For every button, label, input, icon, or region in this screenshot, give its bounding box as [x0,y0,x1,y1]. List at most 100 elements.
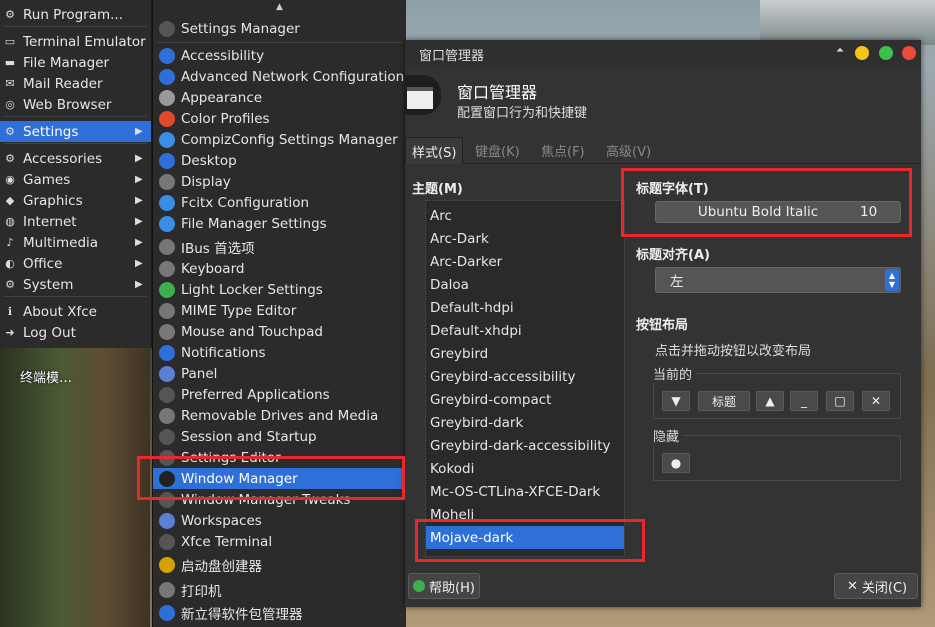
applications-menu: ⚙ Run Program... ▭ Terminal Emulator ▬ File M… [0,0,152,348]
theme-item[interactable]: Greybird-accessibility [426,365,624,388]
theme-item[interactable]: Greybird [426,342,624,365]
settings-item-20[interactable]: Session and Startup [153,426,406,447]
theme-item[interactable]: Mc-OS-CTLina-XFCE-Dark [426,480,624,503]
dialog-header: 窗口管理器 配置窗口行为和快捷键 [405,67,921,135]
menu-item-accessories[interactable]: ⚙ Accessories ▶ [0,148,151,169]
settings-item-8[interactable]: Display [153,171,406,192]
menu-item-mail-reader[interactable]: ✉ Mail Reader [0,73,151,94]
title-button-slot[interactable]: 标题 [698,391,750,411]
menu-button-slot[interactable]: ▼ [662,391,690,411]
menu-item-office[interactable]: ◐ Office ▶ [0,253,151,274]
menu-item-web-browser[interactable]: ◎ Web Browser [0,94,151,115]
close-button[interactable]: ✕ 关闭(C) [834,573,918,599]
desktop-icon-label[interactable]: 终端模… [20,367,72,386]
settings-item-label: Mouse and Touchpad [181,323,323,340]
settings-item-9[interactable]: Fcitx Configuration [153,192,406,213]
menu-item-terminal-emulator[interactable]: ▭ Terminal Emulator [0,31,151,52]
menu-item-internet[interactable]: ◍ Internet ▶ [0,211,151,232]
title-align-select[interactable]: 左 ▲ ▼ [655,267,901,293]
settings-item-11[interactable]: IBus 首选项 [153,236,406,257]
menu-item-label: Accessories [23,150,103,167]
settings-item-14[interactable]: MIME Type Editor [153,300,406,321]
settings-item-label: Light Locker Settings [181,281,323,298]
ibus-icon [159,238,175,255]
settings-item-4[interactable]: Appearance [153,87,406,108]
maximize-button-slot[interactable]: □ [826,391,854,411]
tab-focus[interactable]: 焦点(F) [535,137,591,163]
office-icon: ◐ [5,257,15,270]
theme-item[interactable]: Kokodi [426,457,624,480]
theme-item[interactable]: Greybird-dark [426,411,624,434]
settings-item-27[interactable]: 打印机 [153,579,406,600]
settings-item-label: Xfce Terminal [181,533,273,550]
settings-item-26[interactable]: 启动盘创建器 [153,554,406,575]
menu-item-graphics[interactable]: ◆ Graphics ▶ [0,190,151,211]
menu-item-file-manager[interactable]: ▬ File Manager [0,52,151,73]
menu-separator [4,296,147,297]
close-button-slot[interactable]: ✕ [862,391,890,411]
minimize-button[interactable] [855,46,869,60]
mime-icon [159,302,175,319]
title-align-label: 标题对齐(A) [636,248,710,263]
theme-item[interactable]: Daloa [426,273,624,296]
internet-icon: ◍ [5,215,15,228]
settings-item-19[interactable]: Removable Drives and Media [153,405,406,426]
close-window-button[interactable] [902,46,916,60]
settings-item-28[interactable]: 新立得软件包管理器 [153,602,406,623]
minimize-button-slot[interactable]: _ [790,391,818,411]
stick-button-slot[interactable]: ● [662,453,690,473]
submenu-arrow-icon: ▶ [135,279,143,290]
usb-creator-icon [159,556,175,573]
theme-item[interactable]: Arc-Dark [426,227,624,250]
logout-icon: ➜ [5,326,15,339]
settings-item-25[interactable]: Xfce Terminal [153,531,406,552]
menu-item-settings[interactable]: ⚙ Settings ▶ [0,121,151,142]
help-button[interactable]: 帮助(H) [408,573,480,599]
settings-item-17[interactable]: Panel [153,363,406,384]
menu-item-log-out[interactable]: ➜ Log Out [0,322,151,343]
settings-item-3[interactable]: Advanced Network Configuration [153,66,406,87]
settings-item-2[interactable]: Accessibility [153,45,406,66]
settings-item-1[interactable]: Settings Manager [153,18,406,39]
theme-list[interactable]: Arc Arc-Dark Arc-Darker Daloa Default-hdpi De… [425,200,625,557]
settings-item-5[interactable]: Color Profiles [153,108,406,129]
folder-icon: ▬ [4,56,16,69]
highlight-title-font [621,168,912,237]
settings-item-10[interactable]: File Manager Settings [153,213,406,234]
settings-item-label: 新立得软件包管理器 [181,606,303,623]
tab-keyboard[interactable]: 键盘(K) [469,137,526,163]
menu-item-system[interactable]: ⚙ System ▶ [0,274,151,295]
tab-advanced[interactable]: 高级(V) [600,137,657,163]
tab-style[interactable]: 样式(S) [405,137,464,164]
settings-item-13[interactable]: Light Locker Settings [153,279,406,300]
menu-item-games[interactable]: ◉ Games ▶ [0,169,151,190]
shade-icon[interactable]: ⏶ [836,45,844,56]
window-titlebar[interactable]: 窗口管理器 ⏶ [405,40,921,67]
menu-item-multimedia[interactable]: ♪ Multimedia ▶ [0,232,151,253]
synaptic-icon [159,604,175,621]
session-icon [159,428,175,445]
theme-item[interactable]: Arc [426,204,624,227]
menu-item-about-xfce[interactable]: ℹ About Xfce [0,301,151,322]
window-manager-icon [405,75,441,115]
menu-item-label: Games [23,171,71,188]
theme-item[interactable]: Greybird-dark-accessibility [426,434,624,457]
settings-item-18[interactable]: Preferred Applications [153,384,406,405]
shade-button-slot[interactable]: ▲ [756,391,784,411]
theme-item[interactable]: Arc-Darker [426,250,624,273]
scroll-up-arrow-icon[interactable]: ▲ [153,2,406,12]
info-icon: ℹ [7,305,13,318]
settings-item-12[interactable]: Keyboard [153,258,406,279]
settings-manager-icon [159,20,175,37]
maximize-button[interactable] [879,46,893,60]
settings-item-7[interactable]: Desktop [153,150,406,171]
settings-icon: ⚙ [5,125,15,138]
theme-item[interactable]: Default-hdpi [426,296,624,319]
settings-item-24[interactable]: Workspaces [153,510,406,531]
settings-item-15[interactable]: Mouse and Touchpad [153,321,406,342]
theme-item[interactable]: Default-xhdpi [426,319,624,342]
settings-item-6[interactable]: CompizConfig Settings Manager [153,129,406,150]
theme-item[interactable]: Greybird-compact [426,388,624,411]
menu-item-run-program[interactable]: ⚙ Run Program... [0,4,151,25]
settings-item-16[interactable]: Notifications [153,342,406,363]
